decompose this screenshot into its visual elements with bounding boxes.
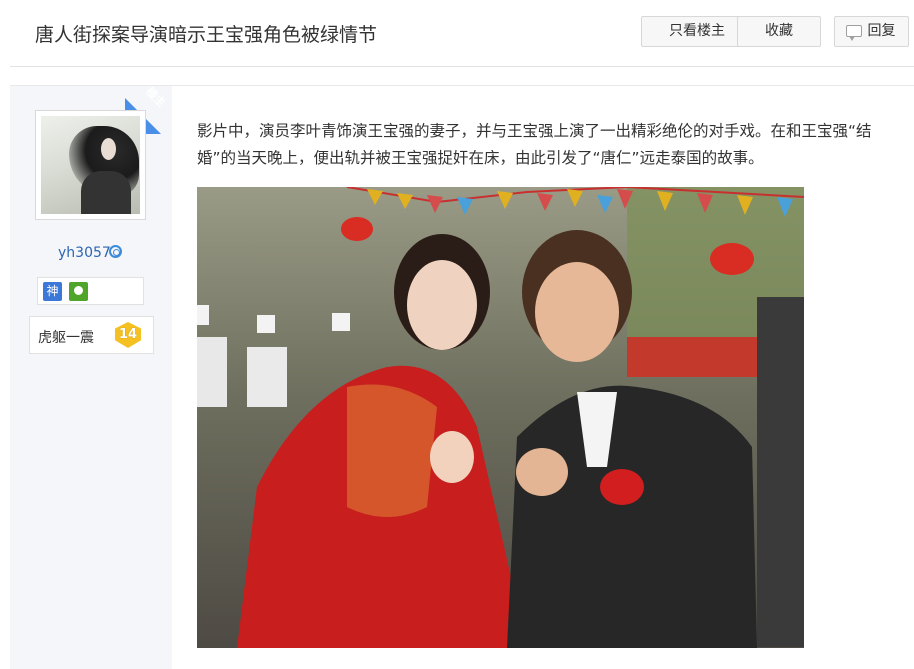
avatar[interactable] [35, 110, 146, 220]
badge-list: 神 [37, 277, 144, 305]
favorite-button[interactable]: 收藏 [737, 16, 821, 47]
comment-icon [846, 25, 862, 41]
forum-level[interactable]: 虎躯一震 14 [29, 316, 154, 354]
reply-label: 回复 [867, 23, 896, 39]
photo-illustration [197, 187, 804, 648]
level-badge: 14 [115, 322, 141, 348]
avatar-image [41, 116, 140, 214]
level-name: 虎躯一震 [38, 330, 94, 346]
post-text: 影片中，演员李叶青饰演王宝强的妻子，并与王宝强上演了一出精彩绝伦的对手戏。在和王… [197, 122, 872, 167]
wedding-photo[interactable] [197, 187, 804, 648]
thread-title: 唐人街探案导演暗示王宝强角色被绿情节 [35, 24, 378, 46]
author-username[interactable]: yh3057 [58, 245, 111, 261]
thread-header: 唐人街探案导演暗示王宝强角色被绿情节 只看楼主 收藏 回复 [10, 0, 914, 67]
reply-button[interactable]: 回复 [834, 16, 909, 47]
green-badge-icon[interactable] [69, 282, 88, 301]
god-badge[interactable]: 神 [43, 282, 62, 301]
op-ribbon-label: 楼主 [143, 86, 169, 110]
member-level-icon [109, 245, 122, 258]
